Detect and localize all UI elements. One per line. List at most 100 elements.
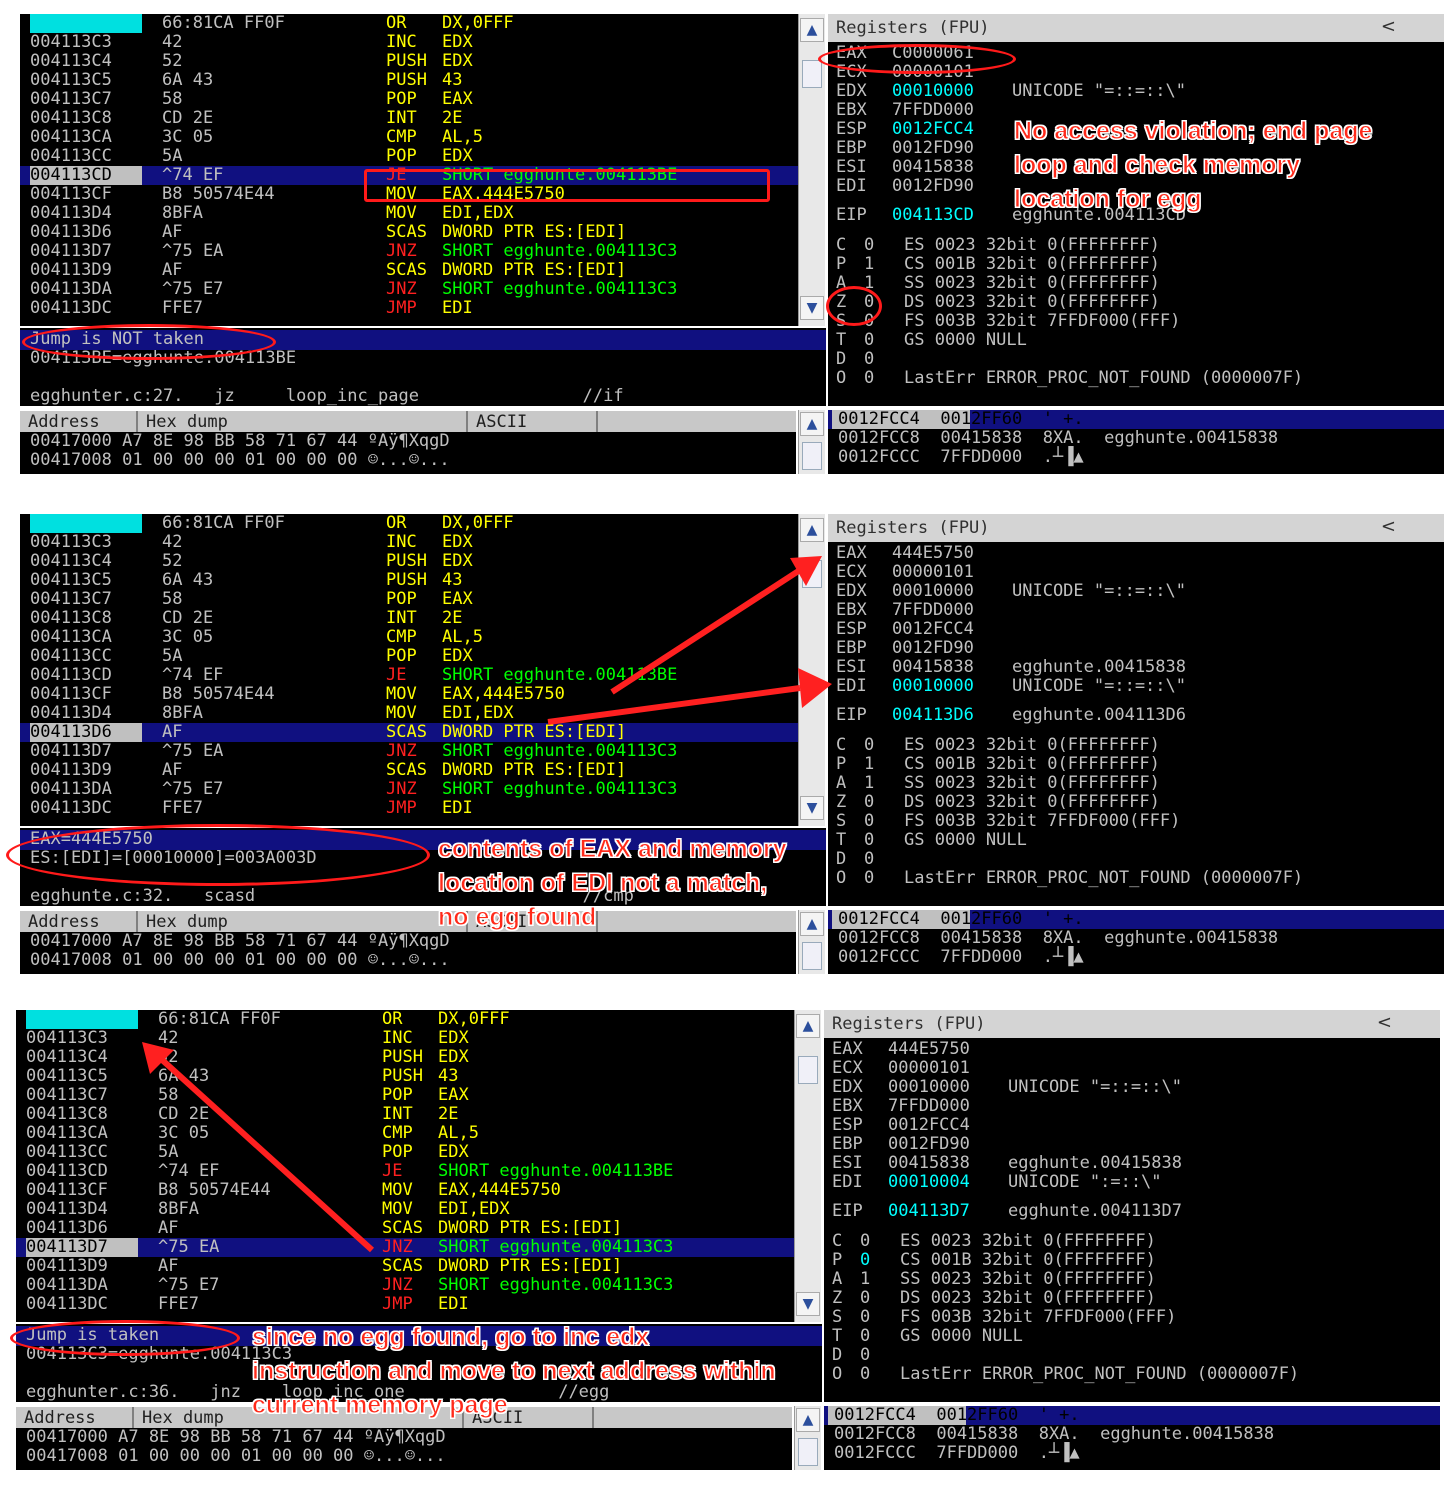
collapse-arrow-icon[interactable]: < [1381,16,1396,37]
flag-row[interactable]: A 1 SS 0023 32bit 0(FFFFFFFF) [832,1270,1156,1289]
hex-dump-pane[interactable]: 00417000 A7 8E 98 BB 58 71 67 44 ºÄÿ¶Xqg… [20,432,796,474]
stack-pane[interactable]: 0012FCC4 0012FF60 ' +. 0012FCC8 00415838 … [824,1406,1440,1470]
disassembly-row[interactable]: 004113C7 58 POP EAX [16,1086,806,1105]
dump-scrollbar[interactable]: ▲ [798,910,825,974]
disassembly-row[interactable]: 004113CF B8 50574E44 MOV EAX,444E5750 [16,1181,806,1200]
dump-column-header[interactable]: Hex dump [138,911,468,933]
register-row[interactable]: EBP 0012FD90 [832,1135,970,1154]
dump-scrollbar[interactable]: ▲ [794,1406,821,1470]
scroll-up-icon[interactable]: ▲ [796,1014,820,1038]
flag-row[interactable]: O 0 LastErr ERROR_PROC_NOT_FOUND (0000007F… [836,869,1303,888]
register-row[interactable]: ESI 00415838 egghunte.00415838 [836,658,1186,677]
collapse-arrow-icon[interactable]: < [1381,516,1396,537]
register-row[interactable]: EDX 00010000 UNICODE "=::=::\" [836,582,1186,601]
flag-row[interactable]: Z 0 DS 0023 32bit 0(FFFFFFFF) [832,1289,1156,1308]
disassembly-row[interactable]: 004113D7 ^75 EA JNZ SHORT egghunte.004113C3 [20,742,810,761]
stack-row[interactable]: 0012FCC4 0012FF60 ' +. [834,1406,1080,1425]
flag-row[interactable]: S 0 FS 003B 32bit 7FFDF000(FFF) [832,1308,1176,1327]
disassembly-row[interactable]: 00411300 66:81CA FF0F OR DX,0FFF [20,14,810,33]
register-row[interactable]: EDI 00010004 UNICODE ":=::\" [832,1173,1162,1192]
disassembly-row[interactable]: 004113D6 AF SCAS DWORD PTR ES:[EDI] [16,1219,806,1238]
register-row[interactable]: ECX 00000101 [832,1059,970,1078]
hex-dump-pane[interactable]: 00417000 A7 8E 98 BB 58 71 67 44 ºÄÿ¶Xqg… [16,1428,792,1470]
scroll-up-icon[interactable]: ▲ [800,912,824,936]
disassembly-row[interactable]: 004113CD ^74 EF JE SHORT egghunte.004113BE [20,666,810,685]
scroll-down-icon[interactable]: ▼ [800,296,824,320]
register-row[interactable]: ESP 0012FCC4 [836,120,974,139]
scroll-thumb[interactable] [798,1056,818,1084]
disassembly-row[interactable]: 004113CA 3C 05 CMP AL,5 [16,1124,806,1143]
disassembly-row[interactable]: 004113D6 AF SCAS DWORD PTR ES:[EDI] [20,223,810,242]
scroll-down-icon[interactable]: ▼ [800,796,824,820]
register-row[interactable]: EBX 7FFDD000 [836,101,974,120]
register-row[interactable]: EAX 444E5750 [836,544,974,563]
disassembly-row[interactable]: 004113C3 42 INC EDX [20,33,810,52]
scroll-thumb[interactable] [802,442,822,470]
flag-row[interactable]: C 0 ES 0023 32bit 0(FFFFFFFF) [836,736,1160,755]
stack-pane[interactable]: 0012FCC4 0012FF60 ' +. 0012FCC8 00415838 … [828,910,1444,974]
scroll-up-icon[interactable]: ▲ [800,518,824,542]
registers-header[interactable]: Registers (FPU) < [824,1010,1440,1038]
disassembly-row[interactable]: 004113C4 52 PUSH EDX [20,552,810,571]
flag-row[interactable]: T 0 GS 0000 NULL [836,331,1027,350]
flag-row[interactable]: O 0 LastErr ERROR_PROC_NOT_FOUND (0000007F… [836,369,1303,388]
stack-row[interactable]: 0012FCC8 00415838 8XA. egghunte.00415838 [838,929,1278,948]
disassembly-row[interactable]: 004113C7 58 POP EAX [20,590,810,609]
register-row[interactable]: EBX 7FFDD000 [832,1097,970,1116]
disassembly-row[interactable]: 004113DA ^75 E7 JNZ SHORT egghunte.004113C3 [20,780,810,799]
disassembly-row[interactable]: 004113DC FFE7 JMP EDI [20,299,810,318]
disassembly-row[interactable]: 004113C4 52 PUSH EDX [16,1048,806,1067]
flag-row[interactable]: T 0 GS 0000 NULL [836,831,1027,850]
disassembly-row[interactable]: 004113DA ^75 E7 JNZ SHORT egghunte.004113C3 [16,1276,806,1295]
stack-pane[interactable]: 0012FCC4 0012FF60 ' +. 0012FCC8 00415838 … [828,410,1444,474]
hex-dump-pane[interactable]: 00417000 A7 8E 98 BB 58 71 67 44 ºÄÿ¶Xqg… [20,932,796,974]
registers-pane[interactable]: Registers (FPU) < EAX 444E5750 ECX 00000101 ED… [828,514,1444,906]
disassembly-scrollbar[interactable]: ▲ ▼ [798,514,825,826]
scroll-up-icon[interactable]: ▲ [796,1408,820,1432]
disassembly-row[interactable]: 004113DA ^75 E7 JNZ SHORT egghunte.004113C3 [20,280,810,299]
disassembly-row[interactable]: 004113D9 AF SCAS DWORD PTR ES:[EDI] [16,1257,806,1276]
flag-row[interactable]: P 1 CS 001B 32bit 0(FFFFFFFF) [836,755,1160,774]
disassembly-row[interactable]: 004113C3 42 INC EDX [16,1029,806,1048]
dump-column-header[interactable]: ASCII [468,411,598,433]
disassembly-row[interactable]: 004113C3 42 INC EDX [20,533,810,552]
disassembly-row[interactable]: 004113D4 8BFA MOV EDI,EDX [20,204,810,223]
disassembly-row[interactable]: 004113D6 AF SCAS DWORD PTR ES:[EDI] [20,723,810,742]
stack-row[interactable]: 0012FCCC 7FFDD000 .┴▐▲ [834,1444,1080,1463]
register-row[interactable]: EDI 00010000 UNICODE "=::=::\" [836,677,1186,696]
stack-row[interactable]: 0012FCCC 7FFDD000 .┴▐▲ [838,448,1084,467]
collapse-arrow-icon[interactable]: < [1377,1012,1392,1033]
disassembly-row[interactable]: 004113CC 5A POP EDX [20,647,810,666]
disassembly-row[interactable]: 00411300 66:81CA FF0F OR DX,0FFF [20,514,810,533]
dump-column-header[interactable]: Address [20,911,138,933]
disassembly-row[interactable]: 004113D7 ^75 EA JNZ SHORT egghunte.004113C3 [16,1238,806,1257]
flag-row[interactable]: C 0 ES 0023 32bit 0(FFFFFFFF) [832,1232,1156,1251]
disassembly-row[interactable]: 004113C5 6A 43 PUSH 43 [16,1067,806,1086]
register-row[interactable]: EBX 7FFDD000 [836,601,974,620]
register-row[interactable]: ESP 0012FCC4 [832,1116,970,1135]
flag-row[interactable]: S 0 FS 003B 32bit 7FFDF000(FFF) [836,812,1180,831]
register-row[interactable]: ESI 00415838 egghunte.00415838 [832,1154,1182,1173]
disassembly-row[interactable]: 004113C5 6A 43 PUSH 43 [20,571,810,590]
stack-row[interactable]: 0012FCCC 7FFDD000 .┴▐▲ [838,948,1084,967]
stack-row[interactable]: 0012FCC8 00415838 8XA. egghunte.00415838 [838,429,1278,448]
register-row[interactable]: EDX 00010000 UNICODE "=::=::\" [832,1078,1182,1097]
register-row[interactable]: EDX 00010000 UNICODE "=::=::\" [836,82,1186,101]
flag-row[interactable]: P 0 CS 001B 32bit 0(FFFFFFFF) [832,1251,1156,1270]
disassembly-row[interactable]: 004113CA 3C 05 CMP AL,5 [20,128,810,147]
stack-row[interactable]: 0012FCC8 00415838 8XA. egghunte.00415838 [834,1425,1274,1444]
registers-header[interactable]: Registers (FPU) < [828,514,1444,542]
disassembly-row[interactable]: 004113D9 AF SCAS DWORD PTR ES:[EDI] [20,261,810,280]
disassembly-row[interactable]: 004113C8 CD 2E INT 2E [20,109,810,128]
registers-header[interactable]: Registers (FPU) < [828,14,1444,42]
registers-pane[interactable]: Registers (FPU) < EAX 444E5750 ECX 00000101 ED… [824,1010,1440,1402]
disassembly-row[interactable]: 004113C7 58 POP EAX [20,90,810,109]
eip-row[interactable]: EIP 004113CD egghunte.004113CD [836,206,1186,225]
disassembly-row[interactable]: 004113D4 8BFA MOV EDI,EDX [16,1200,806,1219]
disassembly-row[interactable]: 004113C8 CD 2E INT 2E [20,609,810,628]
disassembly-row[interactable]: 004113DC FFE7 JMP EDI [20,799,810,818]
stack-row[interactable]: 0012FCC4 0012FF60 ' +. [838,910,1084,929]
flag-row[interactable]: D0 [836,350,874,369]
disassembly-pane[interactable]: 00411300 66:81CA FF0F OR DX,0FFF 004113C3 42 I… [16,1010,806,1322]
disassembly-row[interactable]: 00411300 66:81CA FF0F OR DX,0FFF [16,1010,806,1029]
